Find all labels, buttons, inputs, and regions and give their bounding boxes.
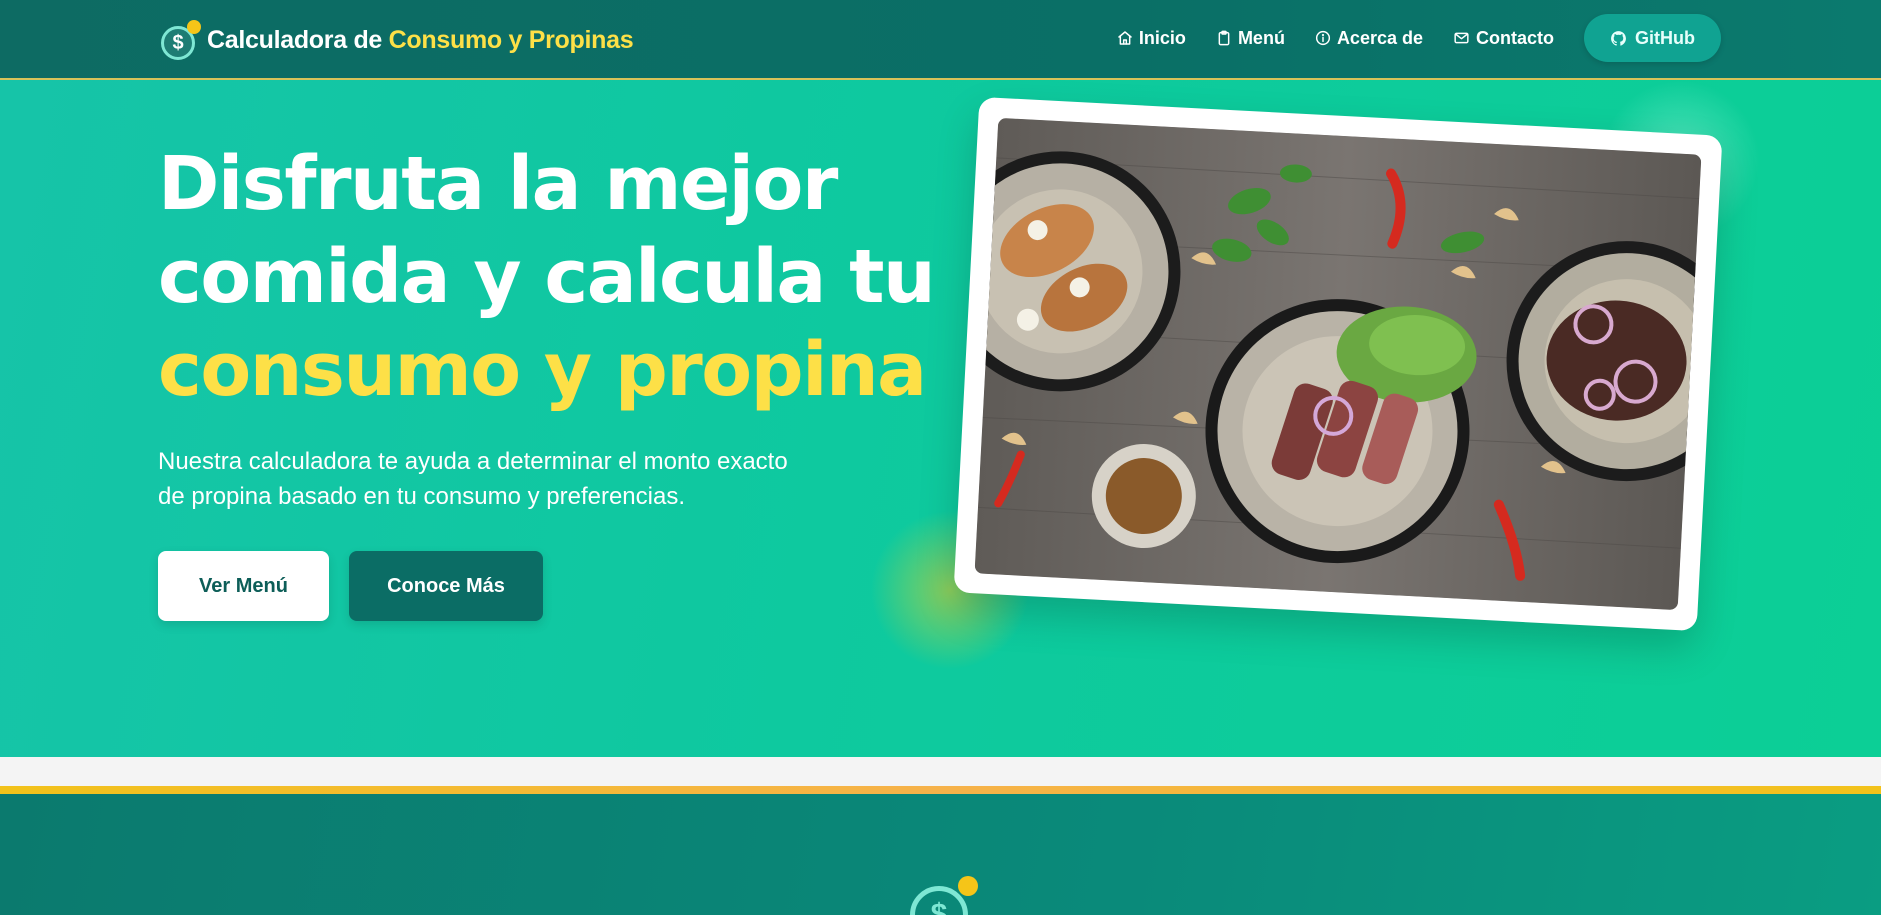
nav-item-label: Menú (1237, 27, 1285, 48)
nav-item-label: Inicio (1138, 27, 1186, 48)
accent-line (0, 786, 1881, 794)
navbar: $ Calculadora de Consumo y Propinas Inic… (0, 0, 1881, 80)
clipboard-icon (1218, 30, 1230, 46)
next-section: $ (0, 794, 1881, 915)
main-nav: Inicio Menú Acerca de Contacto GitHub (1087, 14, 1721, 62)
home-icon (1118, 31, 1132, 45)
hero-section: Disfruta la mejor comida y calcula tu co… (0, 80, 1881, 757)
nav-item-contacto[interactable]: Contacto (1453, 28, 1554, 49)
info-icon (1315, 30, 1331, 46)
food-illustration (974, 117, 1702, 611)
dollar-coin-icon: $ (910, 876, 978, 915)
hero-title-line: Disfruta la mejor (158, 141, 838, 227)
nav-item-menu[interactable]: Menú (1216, 28, 1285, 49)
hero-title-accent: consumo y propina (158, 327, 927, 413)
dollar-coin-icon: $ (161, 20, 201, 60)
nav-item-label: Acerca de (1336, 27, 1423, 48)
nav-item-inicio[interactable]: Inicio (1117, 28, 1186, 49)
section-divider (0, 757, 1881, 786)
github-button[interactable]: GitHub (1584, 14, 1721, 62)
nav-item-acerca[interactable]: Acerca de (1315, 28, 1423, 49)
conoce-mas-button[interactable]: Conoce Más (349, 551, 543, 621)
github-button-label: GitHub (1635, 27, 1695, 48)
brand[interactable]: $ Calculadora de Consumo y Propinas (161, 18, 634, 62)
brand-title: Calculadora de Consumo y Propinas (207, 25, 634, 55)
ver-menu-button[interactable]: Ver Menú (158, 551, 329, 621)
mail-icon (1454, 32, 1469, 44)
brand-title-prefix: Calculadora de (207, 25, 389, 54)
github-icon (1611, 30, 1626, 46)
hero-title: Disfruta la mejor comida y calcula tu co… (158, 138, 936, 417)
hero-image-frame (953, 96, 1723, 632)
brand-title-accent: Consumo y Propinas (388, 25, 634, 54)
hero-description: Nuestra calculadora te ayuda a determina… (158, 448, 788, 510)
food-plates-image (974, 117, 1702, 611)
nav-item-label: Contacto (1476, 27, 1554, 48)
hero-title-line: comida y calcula tu (158, 234, 936, 320)
